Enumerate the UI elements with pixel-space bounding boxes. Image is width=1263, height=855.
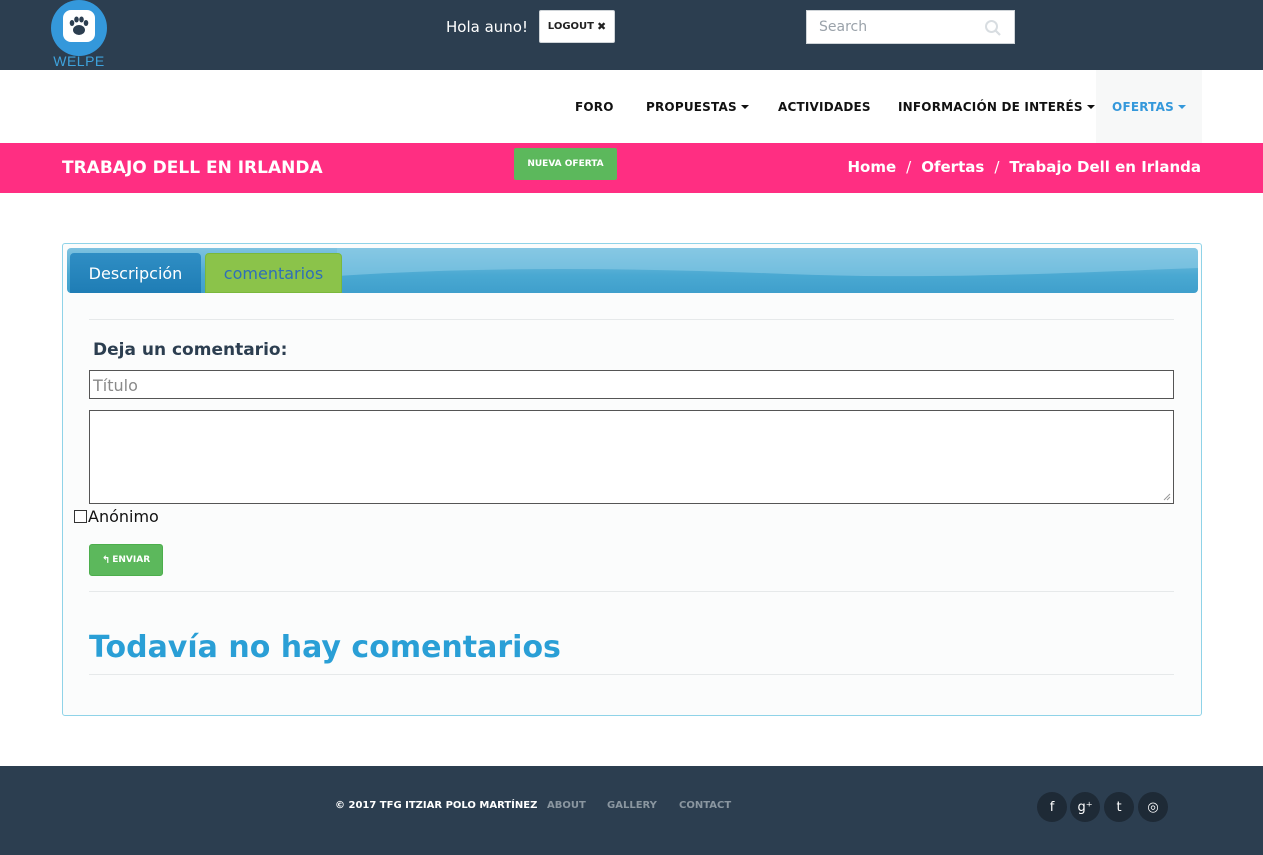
facebook-glyph: f	[1049, 799, 1055, 815]
search-icon[interactable]	[984, 19, 1002, 37]
footer-link-about[interactable]: ABOUT	[547, 800, 586, 811]
nav-item-propuestas[interactable]: PROPUESTAS	[646, 70, 749, 143]
breadcrumb-separator: /	[906, 158, 912, 176]
greeting-text: Hola auno!	[446, 18, 528, 36]
comment-form-heading: Deja un comentario:	[93, 340, 288, 360]
resize-grip-icon[interactable]	[1163, 493, 1171, 501]
tab-bar-wave	[337, 248, 1198, 277]
close-icon: ✖	[596, 20, 607, 33]
reply-icon: ↰	[101, 554, 111, 566]
anonymous-checkbox[interactable]	[74, 510, 87, 523]
footer-link-gallery[interactable]: GALLERY	[607, 800, 657, 811]
nav-item-informacion[interactable]: INFORMACIÓN DE INTERÉS	[898, 70, 1095, 143]
breadcrumb: Home / Ofertas / Trabajo Dell en Irlanda	[848, 158, 1202, 176]
nav-label: FORO	[575, 99, 614, 114]
divider	[89, 591, 1174, 592]
comment-body-field[interactable]	[89, 410, 1174, 504]
nav-item-actividades[interactable]: ACTIVIDADES	[778, 70, 871, 143]
facebook-icon[interactable]: f	[1037, 792, 1067, 822]
breadcrumb-separator: /	[994, 158, 1000, 176]
page-title: TRABAJO DELL EN IRLANDA	[62, 158, 323, 178]
divider	[89, 674, 1174, 675]
breadcrumb-home[interactable]: Home	[848, 158, 897, 176]
breadcrumb-current: Trabajo Dell en Irlanda	[1009, 158, 1201, 176]
footer-link-contact[interactable]: CONTACT	[679, 800, 731, 811]
nav-item-ofertas[interactable]: OFERTAS	[1096, 70, 1202, 143]
search-placeholder: Search	[819, 19, 868, 35]
twitter-glyph: t	[1116, 799, 1122, 815]
divider	[89, 319, 1174, 320]
anonymous-label: Anónimo	[88, 507, 159, 526]
comment-title-placeholder: Título	[93, 376, 138, 395]
nav-label: OFERTAS	[1112, 99, 1174, 114]
submit-label: ENVIAR	[112, 555, 151, 565]
search-input[interactable]: Search	[806, 10, 1015, 44]
tab-bar: Descripción comentarios	[67, 248, 1198, 293]
paw-icon	[63, 10, 95, 42]
dribbble-icon[interactable]: ◎	[1138, 792, 1168, 822]
nav-label: PROPUESTAS	[646, 99, 737, 114]
nav-label: ACTIVIDADES	[778, 99, 871, 114]
no-comments-message: Todavía no hay comentarios	[89, 630, 561, 665]
tab-descripcion[interactable]: Descripción	[70, 253, 201, 293]
page-banner: TRABAJO DELL EN IRLANDA NUEVA OFERTA Hom…	[0, 143, 1263, 193]
logout-button[interactable]: LOGOUT ✖	[539, 10, 615, 43]
nav-item-foro[interactable]: FORO	[575, 70, 614, 143]
main-nav: FORO PROPUESTAS ACTIVIDADES INFORMACIÓN …	[0, 70, 1263, 143]
copyright-text: © 2017 TFG ITZIAR POLO MARTÍNEZ	[335, 800, 538, 811]
site-logo[interactable]: WELPE	[51, 0, 107, 70]
caret-down-icon	[740, 104, 749, 109]
logout-label: LOGOUT	[547, 21, 594, 32]
nav-label: INFORMACIÓN DE INTERÉS	[898, 99, 1083, 114]
twitter-icon[interactable]: t	[1104, 792, 1134, 822]
footer: © 2017 TFG ITZIAR POLO MARTÍNEZ ABOUT GA…	[0, 766, 1263, 855]
top-bar: WELPE Hola auno! LOGOUT ✖ Search	[0, 0, 1263, 70]
caret-down-icon	[1086, 104, 1095, 109]
google-plus-glyph: g⁺	[1077, 799, 1093, 815]
new-offer-button[interactable]: NUEVA OFERTA	[514, 148, 617, 180]
dribbble-glyph: ◎	[1147, 799, 1159, 815]
tab-comentarios[interactable]: comentarios	[205, 253, 342, 293]
caret-down-icon	[1177, 104, 1186, 109]
google-plus-icon[interactable]: g⁺	[1070, 792, 1100, 822]
logo-text: WELPE	[53, 53, 105, 69]
submit-comment-button[interactable]: ↰ ENVIAR	[89, 544, 163, 576]
breadcrumb-ofertas[interactable]: Ofertas	[921, 158, 984, 176]
comment-title-field[interactable]: Título	[89, 370, 1174, 399]
